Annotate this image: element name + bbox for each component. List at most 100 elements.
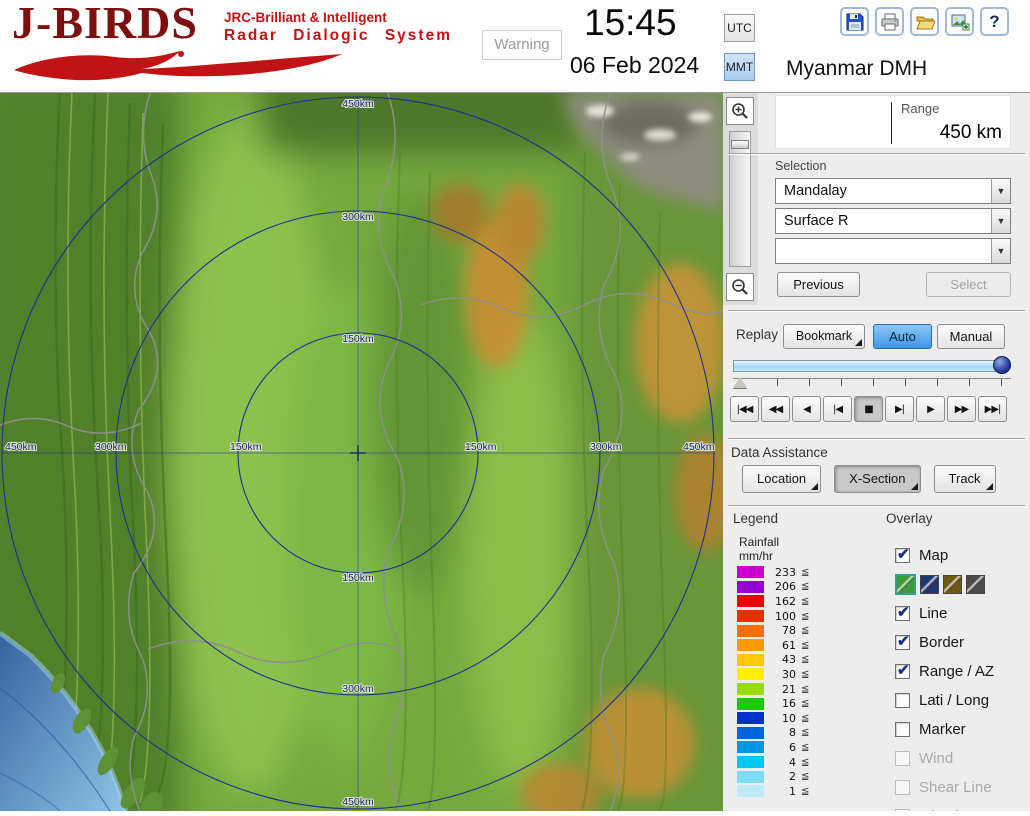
extra-dropdown[interactable]: ▼ [775,238,1011,264]
auto-button[interactable]: Auto [873,324,932,349]
skip-to-start-button[interactable]: |◀◀ [730,396,759,422]
legend-row: 16 ≦ [737,696,867,711]
legend-row: 10 ≦ [737,711,867,726]
chevron-down-icon[interactable]: ▼ [991,209,1010,233]
manual-button[interactable]: Manual [937,324,1005,349]
logo-tagline-2: Radar Dialogic System [224,27,452,45]
stop-button[interactable]: ■ [854,396,883,422]
overlay-checkbox-line[interactable]: Line [895,599,1027,628]
product-dropdown[interactable]: Surface R ▼ [775,208,1011,234]
utc-button[interactable]: UTC [724,14,755,42]
playback-glyph: |◀◀ [737,404,753,415]
select-button: Select [926,272,1011,297]
ring-label: 150km [342,572,374,584]
chevron-down-icon[interactable]: ▼ [991,239,1010,263]
legend-color-swatch [737,771,764,783]
ring-label: 300km [95,441,127,453]
legend-value: 16 [769,697,796,710]
step-back-button[interactable]: |◀ [823,396,852,422]
rainfall-legend: 233 ≦ 206 ≦ 162 ≦ 100 ≦ 78 ≦ [737,565,867,799]
location-button[interactable]: Location [742,465,821,493]
save-button[interactable] [840,7,869,36]
divider [728,505,1025,507]
legend-row: 8 ≦ [737,726,867,741]
track-button[interactable]: Track [934,465,996,493]
skip-to-end-button[interactable]: ▶▶| [978,396,1007,422]
fast-forward-button[interactable]: ▶▶ [947,396,976,422]
zoom-out-button[interactable] [726,273,754,301]
radar-map[interactable]: 450km 300km 150km 150km 300km 450km 450k… [0,93,723,811]
checkbox-icon [895,751,910,766]
export-image-button[interactable] [945,7,974,36]
zoom-slider[interactable] [729,131,751,267]
logo-tagline-1: JRC-Brilliant & Intelligent [224,10,452,25]
legend-le-sign: ≦ [801,625,809,636]
legend-color-swatch [737,654,764,666]
legend-le-sign: ≦ [801,581,809,592]
playback-glyph: |◀ [833,404,842,415]
data-assistance-buttons: Location X-Section Track [742,465,996,493]
header: J-BIRDS JRC-Brilliant & Intelligent Rada… [0,0,1030,93]
help-button[interactable]: ? [980,7,1009,36]
legend-value: 30 [769,668,796,681]
map-style-gray-swatch[interactable] [966,575,985,594]
legend-row: 162 ≦ [737,594,867,609]
legend-row: 2 ≦ [737,769,867,784]
jbirds-app: J-BIRDS JRC-Brilliant & Intelligent Rada… [0,0,1030,811]
playback-glyph: ■ [864,404,872,415]
zoom-slider-thumb[interactable] [731,140,749,149]
play-reverse-button[interactable]: ◀ [792,396,821,422]
replay-timeline[interactable] [731,356,1018,394]
timeline-handle[interactable] [993,356,1011,374]
legend-value: 233 [769,566,796,579]
legend-le-sign: ≦ [801,640,809,651]
open-folder-button[interactable] [910,7,939,36]
checkbox-icon [895,664,910,679]
zoom-in-button[interactable] [726,97,754,125]
legend-color-swatch [737,712,764,724]
chevron-down-icon[interactable]: ▼ [991,179,1010,203]
legend-color-swatch [737,566,764,578]
timeline-track[interactable] [733,360,1005,372]
ring-label: 300km [342,683,374,695]
overlay-checkbox-marker[interactable]: Marker [895,715,1027,744]
step-forward-button[interactable]: ▶| [885,396,914,422]
playback-glyph: ▶▶ [955,404,968,415]
map-style-olive-swatch[interactable] [943,575,962,594]
logo-title: J-BIRDS [12,0,198,49]
fast-rewind-button[interactable]: ◀◀ [761,396,790,422]
overlay-checkbox-map[interactable]: Map [895,541,1027,570]
playback-controls: |◀◀◀◀◀|◀■▶|▶▶▶▶▶| [730,396,1007,422]
overlay-checkbox-microburst: Microburst [895,802,1027,811]
button-label: X-Section [849,471,905,486]
legend-value: 43 [769,653,796,666]
legend-value: 10 [769,712,796,725]
previous-button[interactable]: Previous [777,272,860,297]
overlay-checkboxes: Map Line Border Range / AZ Lati / Long [895,541,1027,811]
legend-row: 21 ≦ [737,682,867,697]
overlay-checkbox-border[interactable]: Border [895,628,1027,657]
range-label: Range [901,101,939,116]
print-button[interactable] [875,7,904,36]
legend-color-swatch [737,756,764,768]
warning-button[interactable]: Warning [482,30,562,60]
checkbox-icon [895,606,910,621]
legend-color-swatch [737,727,764,739]
overlay-checkbox-range-az[interactable]: Range / AZ [895,657,1027,686]
play-button[interactable]: ▶ [916,396,945,422]
timeline-position-marker[interactable] [733,377,747,388]
map-style-green-swatch[interactable] [895,574,916,595]
site-dropdown[interactable]: Mandalay ▼ [775,178,1011,204]
x-section-button[interactable]: X-Section [834,465,920,493]
radar-map-svg[interactable]: 450km 300km 150km 150km 300km 450km 450k… [0,93,723,811]
legend-color-swatch [737,683,764,695]
overlay-checkbox-lati-long[interactable]: Lati / Long [895,686,1027,715]
overlay-label: Overlay [886,511,933,526]
checkbox-icon [895,548,910,563]
legend-color-swatch [737,595,764,607]
mmt-button[interactable]: MMT [724,53,755,81]
bookmark-button[interactable]: Bookmark [783,324,865,349]
legend-color-swatch [737,741,764,753]
map-style-navy-swatch[interactable] [920,575,939,594]
legend-color-swatch [737,625,764,637]
